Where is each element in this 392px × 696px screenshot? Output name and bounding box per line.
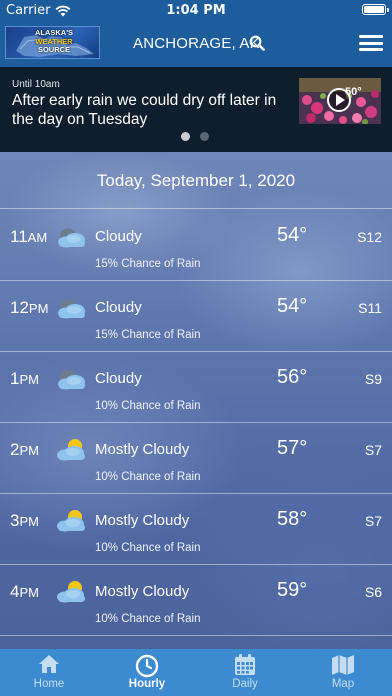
battery-icon [362,4,389,15]
row-temperature: 54° [277,224,308,246]
home-icon [39,655,59,673]
hourly-row[interactable]: 2PM Mostly Cloudy 10% Chance of Rain 57° S7 [0,422,392,493]
app-logo[interactable]: ALASKA'S WEATHER SOURCE [5,26,100,59]
tab-bar: Home Hourly Daily Map [0,649,392,696]
row-condition: Mostly Cloudy [95,512,190,529]
row-rain-chance: 10% Chance of Rain [95,542,201,554]
status-right [362,4,389,15]
tab-map[interactable]: Map [294,649,392,696]
divider [0,635,392,636]
row-wind: S6 [364,584,382,600]
row-rain-chance: 15% Chance of Rain [95,258,201,270]
hamburger-menu-icon[interactable] [359,35,383,51]
video-thumbnail[interactable]: 50° [299,78,381,124]
cloudy-icon [55,295,87,321]
clock-icon [135,654,159,678]
row-condition: Cloudy [95,228,142,245]
status-bar: Carrier 1:04 PM [0,0,392,20]
row-ampm: PM [19,443,39,458]
row-rain-chance: 10% Chance of Rain [95,471,201,483]
row-time: 1PM [10,369,39,389]
row-time: 2PM [10,440,39,460]
pagination-dots [181,132,209,141]
logo-line-3: SOURCE [37,45,71,54]
row-time: 3PM [10,511,39,531]
row-rain-chance: 10% Chance of Rain [95,400,201,412]
row-wind: S12 [357,229,382,245]
row-condition: Mostly Cloudy [95,583,190,600]
row-condition: Mostly Cloudy [95,441,190,458]
row-temperature: 58° [277,508,308,530]
logo-text: ALASKA'S WEATHER SOURCE [30,28,78,55]
row-ampm: PM [28,301,49,316]
search-icon[interactable] [249,35,265,51]
row-wind: S9 [364,371,382,387]
row-temperature: 57° [277,437,308,459]
forecast-date-title: Today, September 1, 2020 [96,171,296,190]
play-icon[interactable] [327,88,351,112]
row-temperature: 59° [277,579,308,601]
hourly-row[interactable]: 12PM Cloudy 15% Chance of Rain 54° S11 [0,280,392,351]
tab-label: Daily [232,678,258,690]
row-temperature: 54° [277,295,308,317]
row-hour: 11 [10,227,28,246]
app-header: ALASKA'S WEATHER SOURCE ANCHORAGE, AK [0,20,392,67]
calendar-icon [235,654,255,675]
tab-label: Map [331,678,355,690]
row-ampm: AM [27,230,48,245]
row-rain-chance: 10% Chance of Rain [95,613,201,625]
row-ampm: PM [19,514,39,529]
forecast-alert-banner[interactable]: Until 10am After early rain we could dry… [0,67,392,152]
row-ampm: PM [19,585,39,600]
hourly-forecast[interactable]: Today, September 1, 2020 11AM Cloudy 15% C… [0,152,392,649]
alert-until: Until 10am [12,79,60,90]
row-temperature: 56° [277,366,308,388]
page-dot-active[interactable] [181,132,190,141]
tab-label: Home [33,678,65,690]
row-time: 12PM [10,298,48,318]
location-label[interactable]: ANCHORAGE, AK [133,35,260,52]
status-time: 1:04 PM [166,3,226,18]
mostly-cloudy-icon [55,579,87,605]
tab-home[interactable]: Home [0,649,98,696]
page-dot[interactable] [200,132,209,141]
row-wind: S7 [364,442,382,458]
cloudy-icon [55,224,87,250]
mostly-cloudy-icon [55,437,87,463]
tab-daily[interactable]: Daily [196,649,294,696]
row-hour: 12 [10,298,29,317]
row-wind: S7 [364,513,382,529]
row-ampm: PM [19,372,39,387]
hourly-row[interactable]: 1PM Cloudy 10% Chance of Rain 56° S9 [0,351,392,422]
row-time: 4PM [10,582,39,602]
mostly-cloudy-icon [55,508,87,534]
tab-hourly[interactable]: Hourly [98,649,196,696]
map-icon [332,655,354,675]
row-rain-chance: 15% Chance of Rain [95,329,201,341]
row-time: 11AM [10,227,47,247]
row-condition: Cloudy [95,370,142,387]
tab-label: Hourly [128,678,166,690]
row-condition: Cloudy [95,299,142,316]
row-wind: S11 [358,300,382,316]
hourly-row[interactable]: 4PM Mostly Cloudy 10% Chance of Rain 59° S6 [0,564,392,635]
hourly-row[interactable]: 11AM Cloudy 15% Chance of Rain 54° S12 [0,209,392,280]
cloudy-icon [55,366,87,392]
alert-headline[interactable]: After early rain we could dry off later … [12,91,294,129]
hourly-row[interactable]: 3PM Mostly Cloudy 10% Chance of Rain 58° S7 [0,493,392,564]
